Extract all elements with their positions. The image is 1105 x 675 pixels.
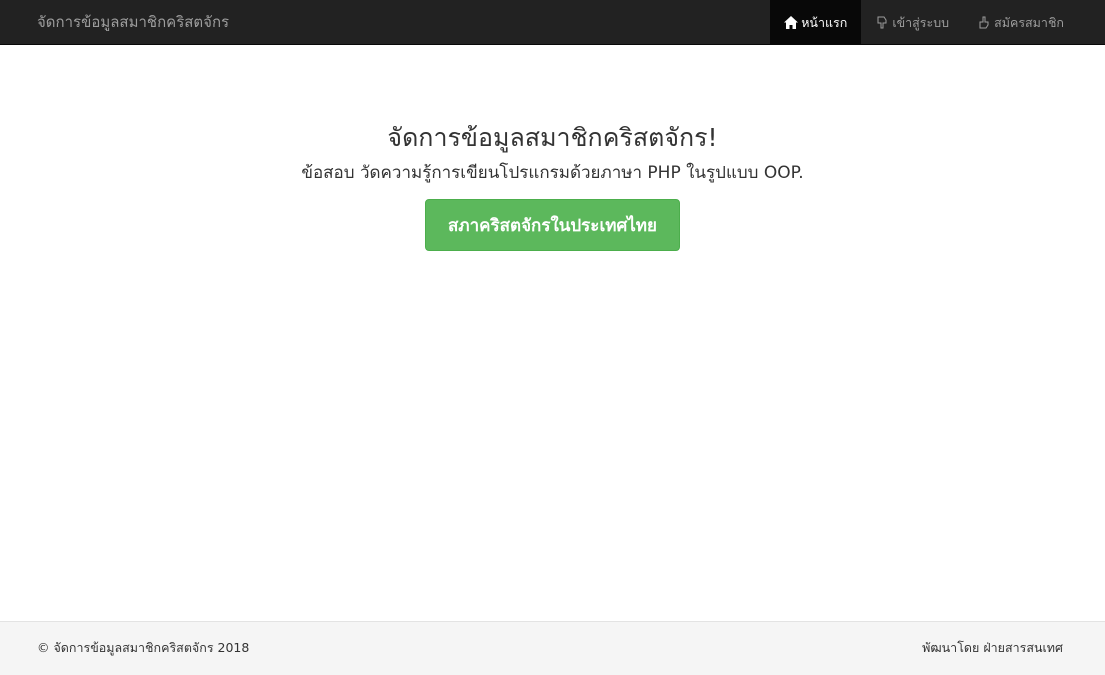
hand-up-icon (977, 16, 991, 30)
navbar-menu: หน้าแรก เข้าสู่ระบบ สมัครสมาชิก (770, 0, 1078, 45)
footer-developer: พัฒนาโดย ฝ่ายสารสนเทศ (922, 640, 1063, 655)
jumbotron: จัดการข้อมูลสมาชิกคริสตจักร! ข้อสอบ วัดค… (0, 120, 1105, 251)
nav-item-register[interactable]: สมัครสมาชิก (963, 0, 1078, 45)
nav-item-label: สมัครสมาชิก (994, 14, 1064, 30)
navbar-brand[interactable]: จัดการข้อมูลสมาชิกคริสตจักร (37, 0, 229, 45)
footer: © จัดการข้อมูลสมาชิกคริสตจักร 2018 พัฒนา… (0, 621, 1105, 675)
nav-item-home[interactable]: หน้าแรก (770, 0, 862, 45)
home-icon (784, 16, 799, 30)
church-council-button[interactable]: สภาคริสตจักรในประเทศไทย (425, 199, 680, 251)
nav-item-label: เข้าสู่ระบบ (892, 14, 950, 30)
nav-item-login[interactable]: เข้าสู่ระบบ (861, 0, 963, 45)
top-navbar: จัดการข้อมูลสมาชิกคริสตจักร หน้าแรก เข้า… (0, 0, 1105, 45)
nav-item-label: หน้าแรก (801, 14, 848, 30)
page-subtitle: ข้อสอบ วัดความรู้การเขียนโปรแกรมด้วยภาษา… (301, 163, 804, 183)
page-title: จัดการข้อมูลสมาชิกคริสตจักร! (387, 123, 718, 152)
footer-copyright: © จัดการข้อมูลสมาชิกคริสตจักร 2018 (37, 640, 250, 655)
hand-down-icon (875, 16, 889, 30)
